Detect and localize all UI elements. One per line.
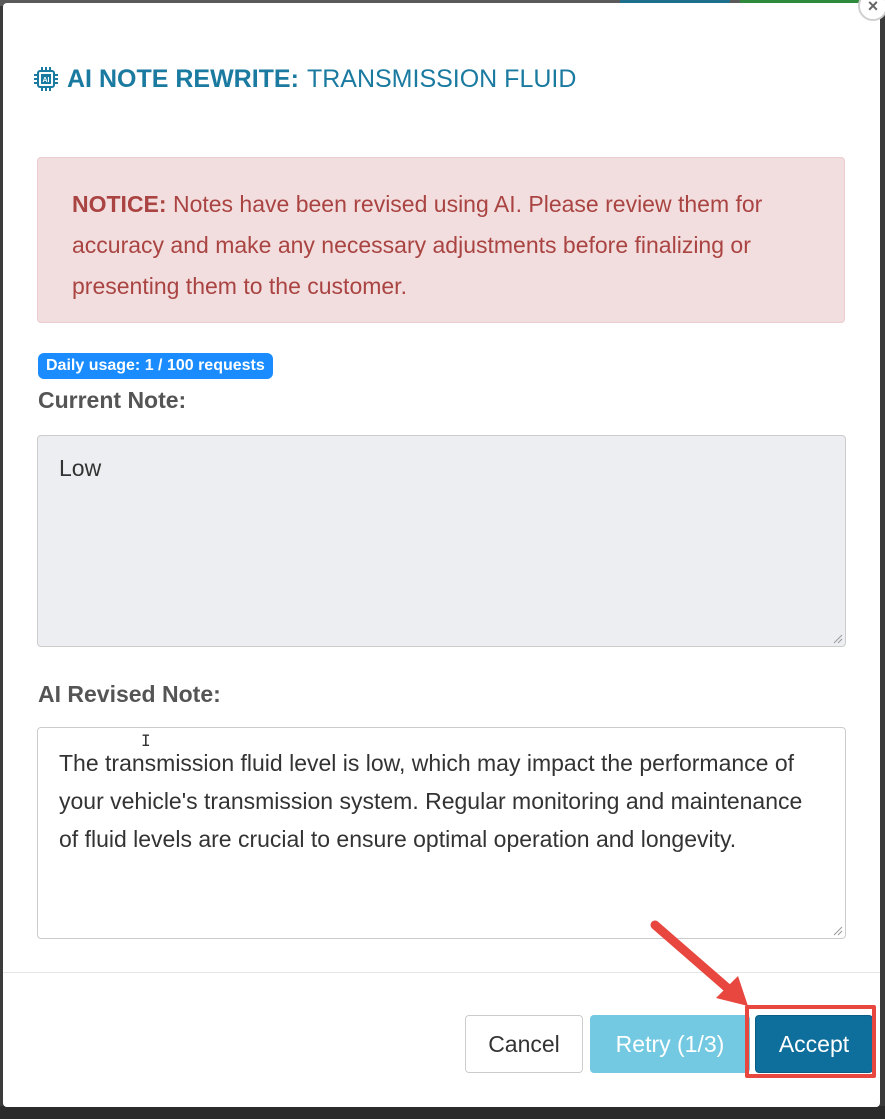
cancel-button[interactable]: Cancel [465,1015,583,1073]
text-cursor-icon: I [141,731,151,750]
ai-revised-note-label: AI Revised Note: [38,681,221,707]
dialog-title-prefix: AI NOTE REWRITE: [67,64,299,93]
background-strip-bottom [0,1106,885,1119]
pointer-arrow-icon [650,920,748,1006]
accept-highlight-box [745,1005,876,1078]
notice-text: Notes have been revised using AI. Please… [72,191,763,299]
svg-text:AI: AI [43,77,50,84]
notice-alert: NOTICE: Notes have been revised using AI… [37,157,845,323]
notice-label: NOTICE: [72,191,167,217]
retry-button[interactable]: Retry (1/3) [590,1015,750,1073]
resize-grip-icon[interactable] [833,926,843,936]
ai-chip-icon: AI [34,67,58,91]
resize-grip-icon[interactable] [833,634,843,644]
dialog-title-item: TRANSMISSION FLUID [306,64,577,93]
current-note-field[interactable]: Low [37,435,846,647]
current-note-value: Low [59,455,102,481]
current-note-label: Current Note: [38,387,187,413]
ai-revised-note-value: The transmission fluid level is low, whi… [59,750,803,852]
close-button[interactable]: × [858,0,885,21]
ai-revised-note-field[interactable]: The transmission fluid level is low, whi… [37,727,846,939]
close-icon: × [867,0,879,16]
daily-usage-badge: Daily usage: 1 / 100 requests [38,353,273,379]
dialog-title: AI AI NOTE REWRITE: TRANSMISSION FLUID [33,63,576,95]
